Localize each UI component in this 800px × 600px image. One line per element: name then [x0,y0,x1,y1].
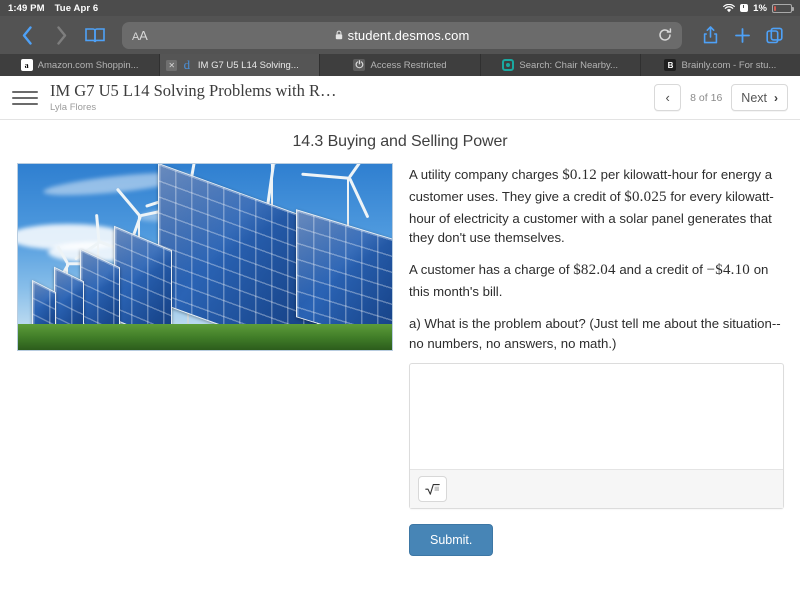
desmos-favicon: d [183,59,191,71]
lock-icon [335,30,342,40]
credit-amount-value: −$4.10 [706,262,751,279]
wifi-icon [723,3,735,13]
solar-panel-array-photo [17,163,393,351]
browser-tab-4[interactable]: B Brainly.com - For stu... [641,54,800,76]
browser-tab-3[interactable]: Search: Chair Nearby... [481,54,641,76]
tab-label: Amazon.com Shoppin... [37,59,139,71]
screen-content: A utility company charges $0.12 per kilo… [0,163,800,556]
next-button-label: Next [741,90,767,105]
amazon-favicon: a [20,59,33,71]
browser-tab-2[interactable]: ⏻ Access Restricted [320,54,481,76]
student-name: Lyla Flores [50,101,97,113]
text-size-button[interactable]: AA [132,28,148,43]
chevron-right-icon [56,25,66,45]
page-counter: 8 of 16 [690,91,723,104]
chevron-right-icon: › [774,90,778,105]
submit-button[interactable]: Submit. [409,524,494,556]
new-tab-button[interactable] [726,20,758,50]
search-favicon [502,59,515,71]
rate-charge-value: $0.12 [562,167,597,183]
square-root-icon[interactable] [418,476,447,502]
charge-amount-value: $82.04 [573,262,616,279]
chevron-left-icon [22,25,32,45]
address-bar[interactable]: AA student.desmos.com [122,21,682,49]
tab-label: IM G7 U5 L14 Solving... [197,59,299,71]
plus-icon [734,27,750,43]
paragraph1-text-a: A utility company charges [409,167,559,182]
reload-icon[interactable] [658,28,672,42]
answer-box [409,363,784,509]
tab-label: Brainly.com - For stu... [681,59,777,71]
previous-screen-button[interactable]: ‹ [654,84,682,111]
share-icon [703,26,717,44]
brainly-favicon: B [664,59,677,71]
status-time: 1:49 PM [8,2,45,14]
status-date: Tue Apr 6 [54,2,99,14]
question-prompt: a) What is the problem about? (Just tell… [409,316,781,351]
page-title: 14.3 Buying and Selling Power [292,133,508,150]
back-button[interactable] [10,19,44,51]
book-icon [85,28,105,43]
share-button[interactable] [694,20,726,50]
browser-tab-1[interactable]: ✕ d IM G7 U5 L14 Solving... [160,54,321,76]
next-screen-button[interactable]: Next › [731,84,788,111]
activity-title: IM G7 U5 L14 Solving Problems with R… [50,82,337,101]
paragraph2-text-b: and a credit of [619,262,703,278]
left-column [17,163,393,351]
battery-icon [772,3,794,13]
ios-status-bar: 1:49 PM Tue Apr 6 1% [0,0,800,16]
tab-label: Access Restricted [370,59,447,71]
browser-toolbar: AA student.desmos.com [0,16,800,54]
url-text: student.desmos.com [347,27,470,43]
bookmarks-button[interactable] [78,19,112,51]
hamburger-icon[interactable] [12,85,38,111]
alarm-icon [740,4,749,12]
problem-paragraph-2: A customer has a charge of $82.04 and a … [409,260,784,301]
close-tab-icon[interactable]: ✕ [166,59,178,71]
right-column: A utility company charges $0.12 per kilo… [409,163,784,556]
forward-button[interactable] [44,19,78,51]
tab-label: Search: Chair Nearby... [519,59,618,71]
grass-foreground [18,324,392,350]
activity-header: IM G7 U5 L14 Solving Problems with R… Ly… [0,76,800,120]
tab-strip: a Amazon.com Shoppin... ✕ d IM G7 U5 L14… [0,54,800,76]
problem-paragraph-1: A utility company charges $0.12 per kilo… [409,165,784,247]
show-tabs-button[interactable] [758,20,790,50]
answer-input[interactable] [410,364,783,469]
browser-tab-0[interactable]: a Amazon.com Shoppin... [0,54,161,76]
paragraph2-text-a: A customer has a charge of [409,262,570,278]
answer-toolbar [410,469,783,508]
tabs-icon [765,27,783,43]
rate-credit-value: $0.025 [624,188,667,205]
power-favicon: ⏻ [353,59,366,71]
battery-percent-label: 1% [753,2,767,14]
